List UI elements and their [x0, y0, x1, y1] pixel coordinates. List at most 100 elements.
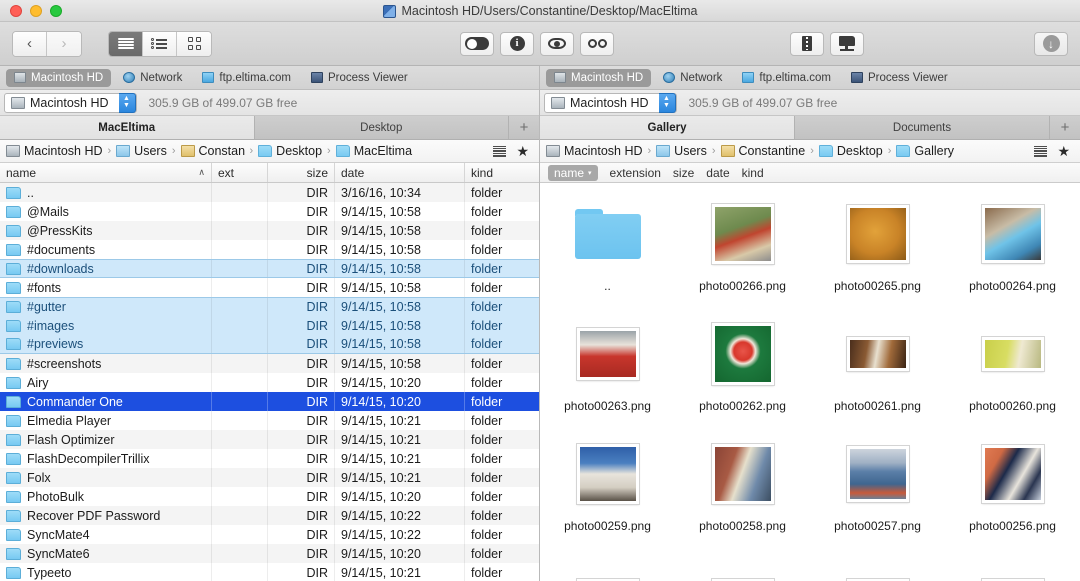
- gallery-item[interactable]: photo00265.png: [810, 191, 945, 311]
- connection-tab-ftp[interactable]: ftp.eltima.com: [734, 69, 839, 87]
- gallery-item[interactable]: photo00263.png: [540, 311, 675, 431]
- connection-tab-ftp[interactable]: ftp.eltima.com: [194, 69, 299, 87]
- table-row[interactable]: @PressKits DIR 9/14/15, 10:58 folder: [0, 221, 539, 240]
- table-row[interactable]: #previews DIR 9/14/15, 10:58 folder: [0, 335, 539, 354]
- tab-desktop[interactable]: Desktop: [254, 116, 509, 139]
- table-row[interactable]: Folx DIR 9/14/15, 10:21 folder: [0, 468, 539, 487]
- table-row[interactable]: SyncMate4 DIR 9/14/15, 10:22 folder: [0, 525, 539, 544]
- sort-option-date[interactable]: date: [706, 166, 729, 180]
- brief-view-button[interactable]: [143, 31, 177, 56]
- table-row[interactable]: Recover PDF Password DIR 9/14/15, 10:22 fol…: [0, 506, 539, 525]
- image-thumbnail: [711, 323, 774, 385]
- gallery-item[interactable]: photo00261.png: [810, 311, 945, 431]
- zoom-button[interactable]: [50, 4, 62, 17]
- table-row[interactable]: Commander One DIR 9/14/15, 10:20 folder: [0, 392, 539, 411]
- chevron-updown-icon[interactable]: ▲ ▼: [658, 92, 676, 113]
- table-row[interactable]: PhotoBulk DIR 9/14/15, 10:20 folder: [0, 487, 539, 506]
- gallery-item[interactable]: photo00259.png: [540, 431, 675, 551]
- thumbnail-box: [846, 311, 909, 397]
- gallery-item[interactable]: photo00264.png: [945, 191, 1080, 311]
- breadcrumb-item-macintosh-hd[interactable]: Macintosh HD: [6, 144, 103, 158]
- tab-documents[interactable]: Documents: [795, 116, 1050, 139]
- icon-view-button[interactable]: [177, 31, 211, 56]
- gallery-item[interactable]: photo00266.png: [675, 191, 810, 311]
- table-row[interactable]: #documents DIR 9/14/15, 10:58 folder: [0, 240, 539, 259]
- gallery-item[interactable]: [945, 551, 1080, 581]
- add-tab-button[interactable]: +: [509, 116, 539, 139]
- path-list-button[interactable]: [493, 145, 507, 157]
- add-tab-button[interactable]: +: [1050, 116, 1080, 139]
- column-header-ext[interactable]: ext: [212, 163, 268, 182]
- tab-maceltima[interactable]: MacEltima: [0, 116, 255, 139]
- left-drive-selector[interactable]: Macintosh HD ▲ ▼: [4, 92, 137, 113]
- table-row[interactable]: Flash Optimizer DIR 9/14/15, 10:21 folder: [0, 430, 539, 449]
- sort-option-extension[interactable]: extension: [610, 166, 661, 180]
- table-row[interactable]: Typeeto DIR 9/14/15, 10:21 folder: [0, 563, 539, 581]
- cell-kind: folder: [471, 185, 503, 200]
- right-drive-selector[interactable]: Macintosh HD ▲ ▼: [544, 92, 677, 113]
- table-row[interactable]: SyncMate6 DIR 9/14/15, 10:20 folder: [0, 544, 539, 563]
- connection-tab-macintosh-hd[interactable]: Macintosh HD: [6, 68, 112, 87]
- archive-button[interactable]: [790, 31, 824, 56]
- column-header-kind[interactable]: kind: [465, 163, 539, 182]
- info-button[interactable]: i: [500, 31, 534, 56]
- breadcrumb-item-users[interactable]: Users: [656, 144, 707, 158]
- chevron-updown-icon[interactable]: ▲ ▼: [118, 92, 136, 113]
- table-row[interactable]: .. DIR 3/16/16, 10:34 folder: [0, 183, 539, 202]
- sort-option-size[interactable]: size: [673, 166, 694, 180]
- sort-option-name[interactable]: name ▾: [548, 164, 598, 181]
- connection-tab-network[interactable]: Network: [655, 69, 730, 87]
- back-button[interactable]: ‹: [13, 31, 47, 56]
- breadcrumb-item-gallery[interactable]: Gallery: [896, 144, 954, 158]
- table-row[interactable]: @Mails DIR 9/14/15, 10:58 folder: [0, 202, 539, 221]
- breadcrumb-item-desktop[interactable]: Desktop: [258, 144, 322, 158]
- network-folder-button[interactable]: [830, 31, 864, 56]
- table-row[interactable]: #gutter DIR 9/14/15, 10:58 folder: [0, 297, 539, 316]
- downloads-button[interactable]: [1034, 31, 1068, 56]
- table-row[interactable]: #downloads DIR 9/14/15, 10:58 folder: [0, 259, 539, 278]
- table-row[interactable]: FlashDecompilerTrillix DIR 9/14/15, 10:21 f…: [0, 449, 539, 468]
- gallery-item-parent-folder[interactable]: ..: [540, 191, 675, 311]
- gallery-item[interactable]: photo00257.png: [810, 431, 945, 551]
- favorite-button[interactable]: ★: [1057, 144, 1070, 158]
- gallery-item[interactable]: photo00258.png: [675, 431, 810, 551]
- gallery-item[interactable]: [810, 551, 945, 581]
- column-header-size[interactable]: size: [268, 163, 335, 182]
- table-row[interactable]: Airy DIR 9/14/15, 10:20 folder: [0, 373, 539, 392]
- gallery-item[interactable]: [675, 551, 810, 581]
- close-button[interactable]: [10, 4, 22, 17]
- connection-tab-macintosh-hd[interactable]: Macintosh HD: [546, 68, 652, 87]
- tab-gallery[interactable]: Gallery: [540, 116, 795, 139]
- gallery-item[interactable]: photo00256.png: [945, 431, 1080, 551]
- toggle-button[interactable]: [460, 31, 494, 56]
- column-header-date[interactable]: date: [335, 163, 465, 182]
- gallery-item[interactable]: photo00260.png: [945, 311, 1080, 431]
- gallery-item[interactable]: photo00262.png: [675, 311, 810, 431]
- sort-option-kind[interactable]: kind: [742, 166, 764, 180]
- breadcrumb-item-macintosh-hd[interactable]: Macintosh HD: [546, 144, 643, 158]
- table-row[interactable]: #fonts DIR 9/14/15, 10:58 folder: [0, 278, 539, 297]
- forward-button[interactable]: ›: [47, 31, 81, 56]
- breadcrumb-item-users[interactable]: Users: [116, 144, 167, 158]
- column-header-name[interactable]: name ∧: [0, 163, 212, 182]
- preview-button[interactable]: [540, 31, 574, 56]
- breadcrumb-item-maceltima[interactable]: MacEltima: [335, 144, 412, 158]
- breadcrumb-item-constantine[interactable]: Constanti: [180, 144, 245, 158]
- favorite-button[interactable]: ★: [516, 144, 529, 158]
- connection-tab-process-viewer[interactable]: Process Viewer: [843, 69, 956, 87]
- connection-tab-network[interactable]: Network: [115, 69, 190, 87]
- list-view-button[interactable]: [109, 31, 143, 56]
- connection-label: Process Viewer: [867, 71, 948, 84]
- table-row[interactable]: #images DIR 9/14/15, 10:58 folder: [0, 316, 539, 335]
- minimize-button[interactable]: [30, 4, 42, 17]
- table-row[interactable]: Elmedia Player DIR 9/14/15, 10:21 folder: [0, 411, 539, 430]
- search-button[interactable]: [580, 31, 614, 56]
- right-gallery-grid[interactable]: .. photo00266.png photo00265.png photo00264…: [540, 183, 1080, 581]
- left-file-list[interactable]: .. DIR 3/16/16, 10:34 folder @Mails DIR 9/14/1…: [0, 183, 539, 581]
- path-list-button[interactable]: [1034, 145, 1048, 157]
- breadcrumb-item-constantine[interactable]: Constantine: [720, 144, 805, 158]
- connection-tab-process-viewer[interactable]: Process Viewer: [303, 69, 416, 87]
- table-row[interactable]: #screenshots DIR 9/14/15, 10:58 folder: [0, 354, 539, 373]
- gallery-item[interactable]: [540, 551, 675, 581]
- breadcrumb-item-desktop[interactable]: Desktop: [818, 144, 883, 158]
